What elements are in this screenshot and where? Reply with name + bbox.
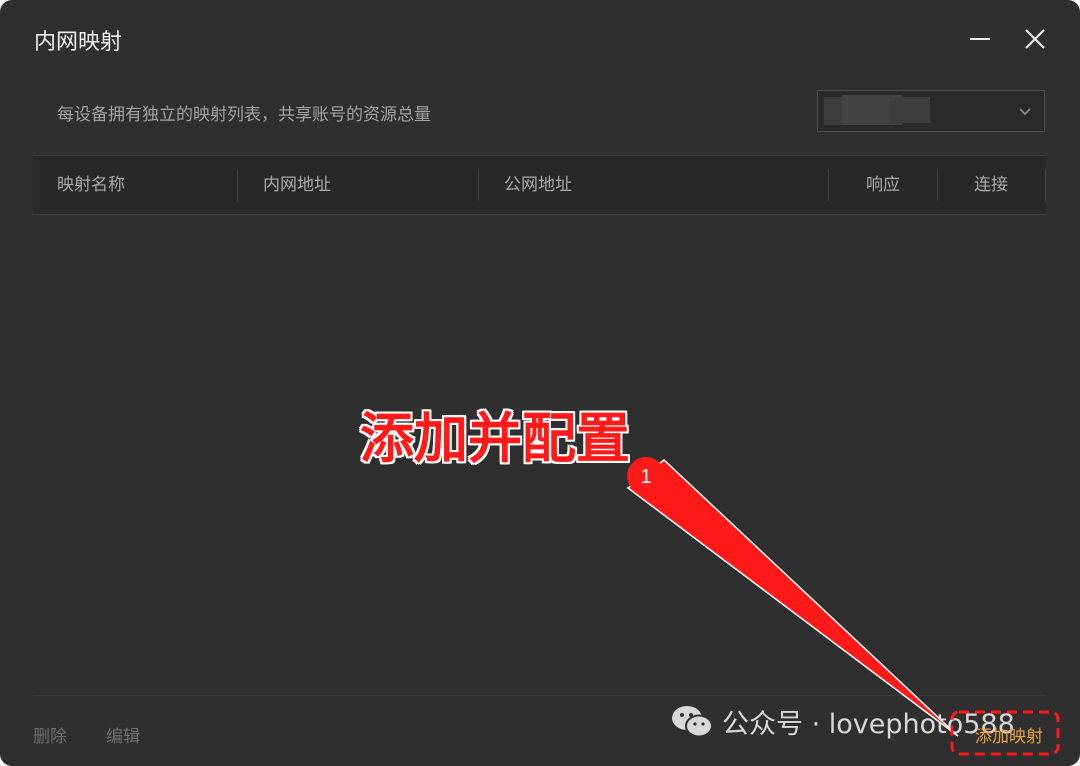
column-header-connection[interactable]: 连接 — [937, 156, 1045, 214]
column-header-wan-address[interactable]: 公网地址 — [504, 156, 572, 214]
watermark-text: 公众号 · lovephoto588 — [722, 709, 1015, 740]
blurred-device-name — [890, 97, 930, 123]
wechat-icon — [672, 706, 713, 738]
device-select[interactable] — [817, 90, 1045, 132]
column-header-lan-address[interactable]: 内网地址 — [263, 156, 331, 214]
step-badge — [627, 457, 665, 495]
window-title: 内网映射 — [34, 30, 123, 55]
footer-divider — [33, 695, 1046, 696]
close-icon — [1025, 29, 1045, 49]
edit-button[interactable]: 编辑 — [106, 722, 140, 747]
add-mapping-button[interactable]: 添加映射 — [975, 722, 1043, 747]
delete-button[interactable]: 删除 — [33, 722, 67, 747]
minimize-icon — [970, 38, 990, 40]
column-header-response[interactable]: 响应 — [829, 156, 937, 214]
column-divider — [237, 169, 238, 201]
minimize-button[interactable] — [963, 22, 997, 56]
subtitle-text: 每设备拥有独立的映射列表，共享账号的资源总量 — [57, 105, 431, 125]
annotation-label: 添加并配置 — [360, 406, 630, 470]
column-header-name[interactable]: 映射名称 — [57, 156, 125, 214]
table-header: 映射名称 内网地址 公网地址 响应 连接 — [33, 155, 1046, 215]
chevron-down-icon — [1019, 108, 1031, 116]
close-button[interactable] — [1018, 22, 1052, 56]
step-number: 1 — [640, 466, 651, 488]
port-mapping-window: 内网映射 每设备拥有独立的映射列表，共享账号的资源总量 映射名称 内网地址 公网… — [0, 0, 1080, 766]
column-divider — [478, 169, 479, 201]
column-divider — [1045, 169, 1046, 201]
